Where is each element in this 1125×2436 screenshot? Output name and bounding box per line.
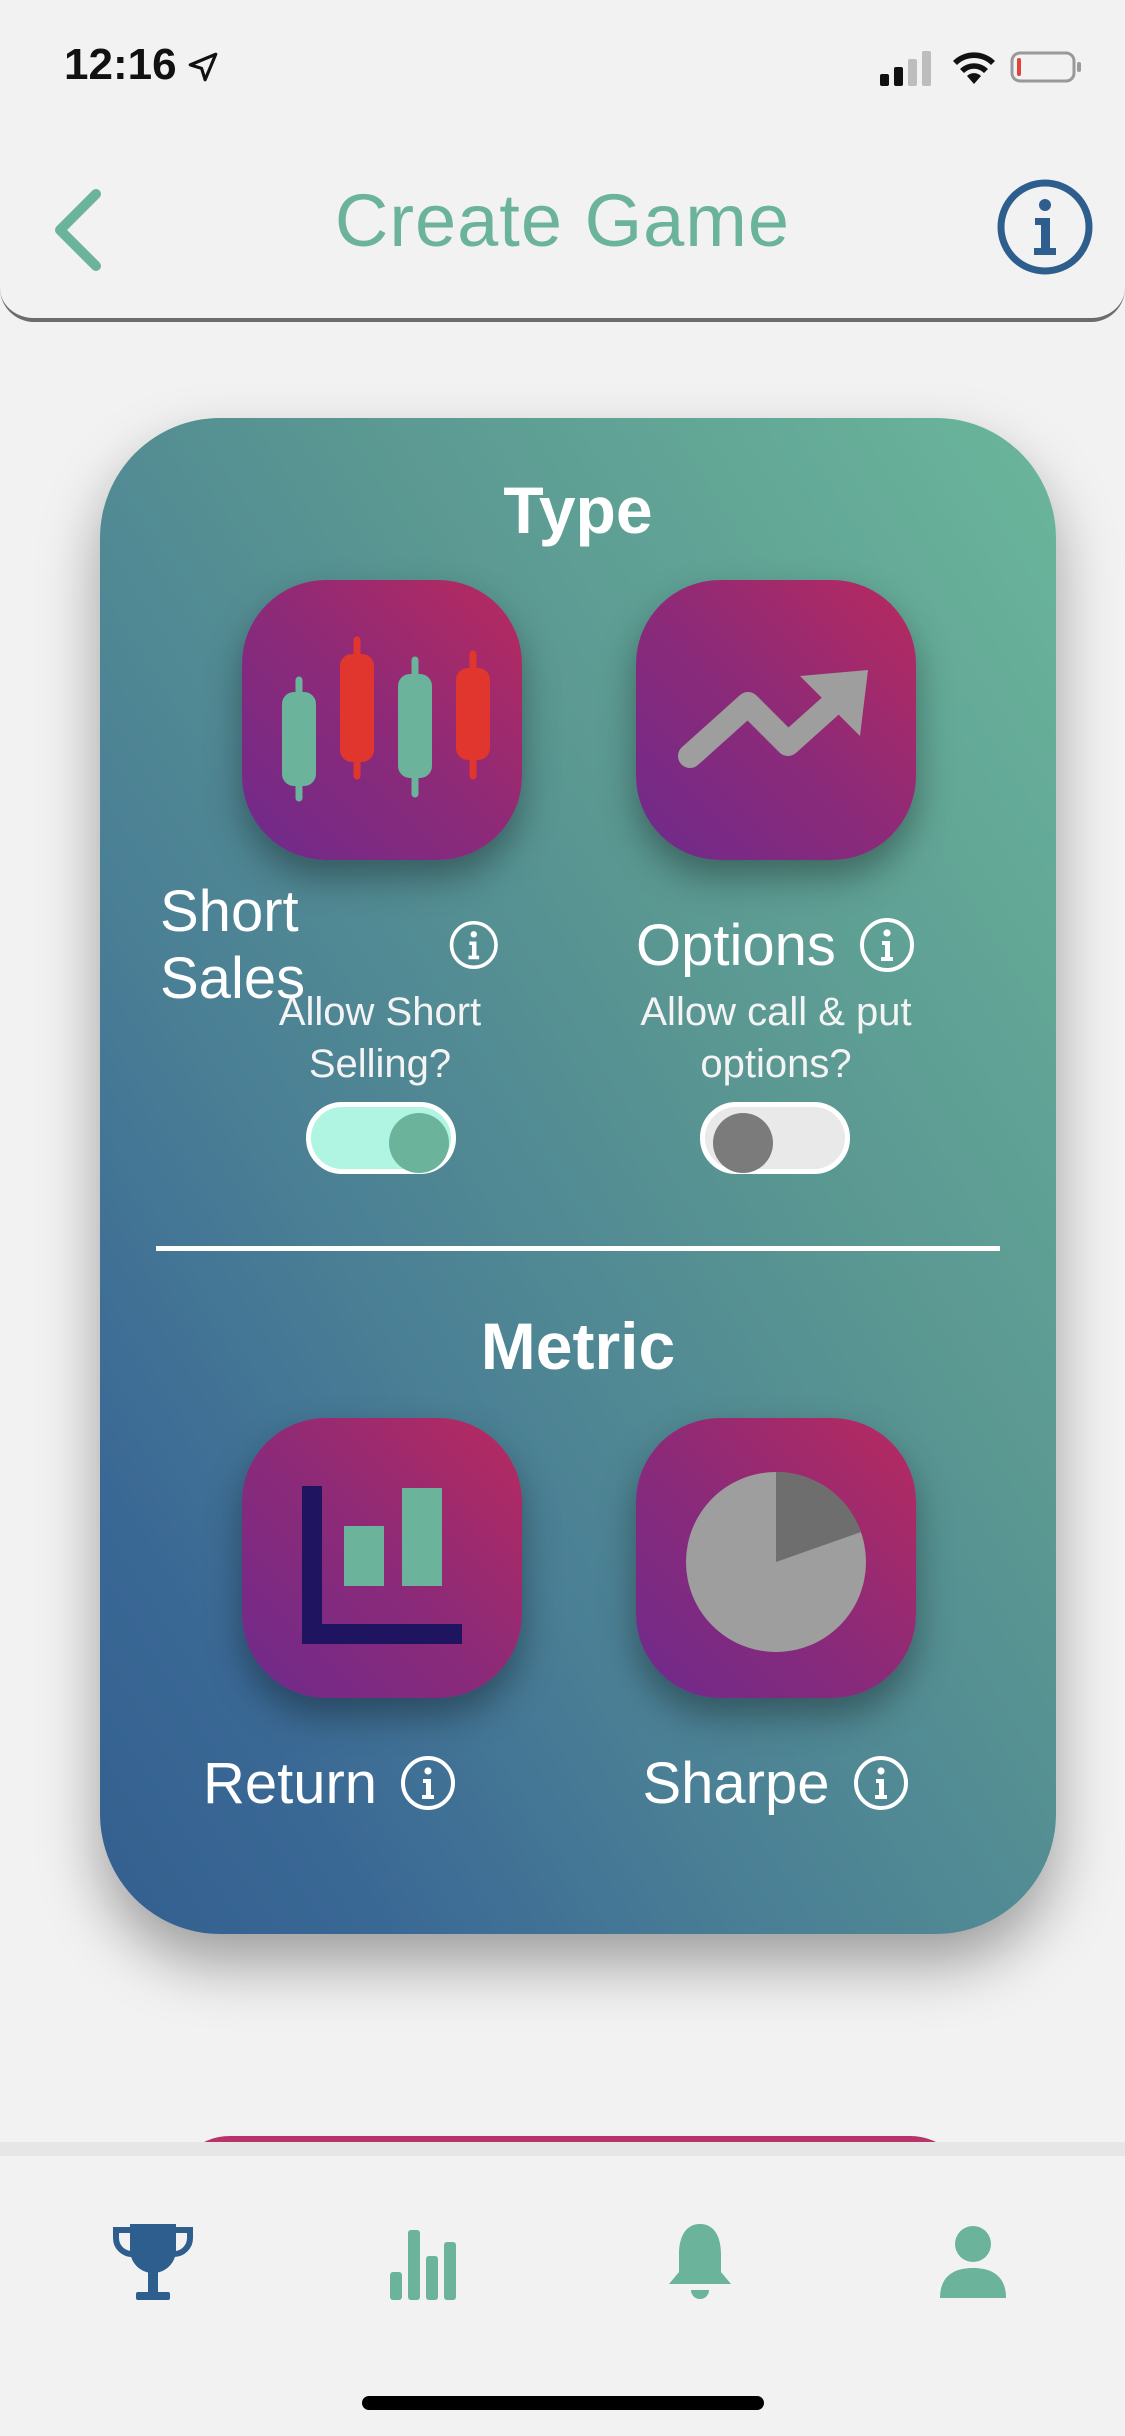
- sharpe-tile[interactable]: [636, 1418, 916, 1698]
- short-sales-description: Allow Short Selling?: [278, 990, 482, 1086]
- game-settings-card: Type Short Sales Allow Short Selling? Op…: [100, 418, 1056, 1934]
- return-tile[interactable]: [242, 1418, 522, 1698]
- sharpe-label-row: Sharpe: [600, 1748, 952, 1818]
- type-section-title: Type: [503, 473, 653, 547]
- bell-icon[interactable]: [655, 2216, 745, 2306]
- short-sales-toggle[interactable]: [306, 1102, 456, 1174]
- options-label: Options: [636, 912, 836, 978]
- page-title: Create Game: [334, 179, 791, 262]
- header: Create Game: [0, 140, 1125, 322]
- bar-chart-icon[interactable]: [380, 2216, 470, 2306]
- status-time: 12:16: [64, 40, 177, 89]
- pie-chart-icon: [686, 1471, 866, 1652]
- trending-up-arrow-icon: [678, 670, 868, 768]
- metric-section-title: Metric: [480, 1309, 676, 1383]
- options-label-row: Options: [600, 910, 952, 980]
- sharpe-label: Sharpe: [642, 1750, 830, 1816]
- bar-chart-icon: [302, 1486, 462, 1644]
- battery-low-icon: [1010, 51, 1081, 83]
- options-description: Allow call & put options?: [640, 990, 912, 1086]
- section-divider: [156, 1246, 1000, 1251]
- options-toggle[interactable]: [700, 1102, 850, 1174]
- return-label: Return: [202, 1750, 378, 1816]
- cellular-signal-icon: [880, 51, 931, 86]
- toggle-knob: [713, 1113, 773, 1173]
- info-circle-icon[interactable]: [399, 1754, 457, 1812]
- short-sales-label-row: Short Sales: [160, 879, 500, 1011]
- info-circle-icon[interactable]: [996, 178, 1094, 276]
- status-bar: 12:16: [0, 0, 1125, 140]
- trophy-icon[interactable]: [108, 2216, 198, 2306]
- info-circle-icon[interactable]: [448, 916, 500, 974]
- toggle-knob: [389, 1113, 449, 1173]
- info-circle-icon[interactable]: [858, 916, 916, 974]
- user-icon[interactable]: [928, 2216, 1018, 2306]
- options-tile[interactable]: [636, 580, 916, 860]
- wifi-icon: [953, 52, 995, 84]
- return-label-row: Return: [160, 1748, 500, 1818]
- info-circle-icon[interactable]: [852, 1754, 910, 1812]
- home-indicator: [362, 2396, 764, 2410]
- location-arrow-icon: [188, 52, 218, 82]
- candlestick-chart-icon: [282, 636, 490, 802]
- tab-bar: [0, 2142, 1125, 2436]
- short-sales-tile[interactable]: [242, 580, 522, 860]
